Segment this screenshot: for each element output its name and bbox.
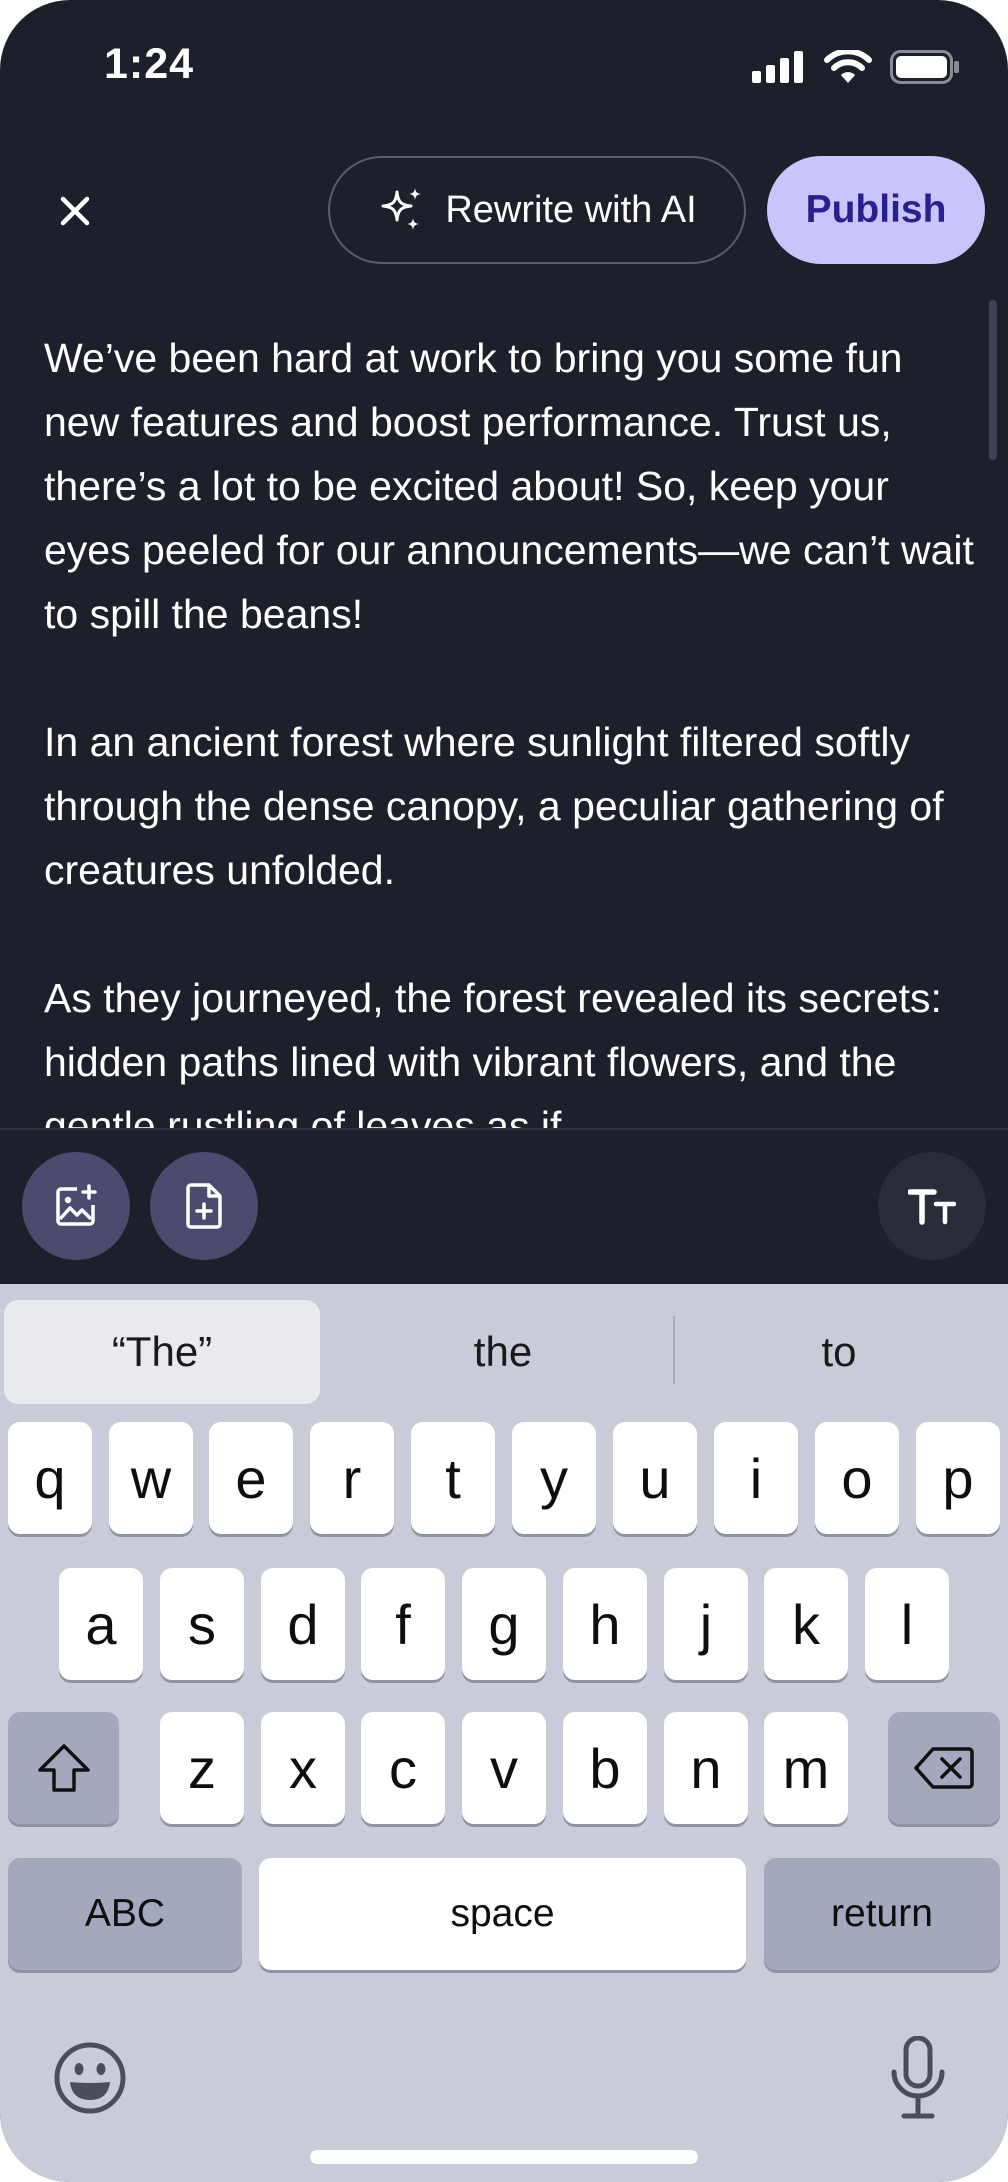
key-i[interactable]: i (714, 1422, 798, 1534)
rewrite-with-ai-label: Rewrite with AI (445, 188, 697, 231)
space-key[interactable]: space (259, 1858, 746, 1970)
key-f[interactable]: f (361, 1568, 445, 1680)
key-d[interactable]: d (261, 1568, 345, 1680)
emoji-icon (54, 2042, 126, 2114)
key-j[interactable]: j (664, 1568, 748, 1680)
key-b[interactable]: b (563, 1712, 647, 1824)
sparkles-icon (381, 188, 422, 230)
return-key[interactable]: return (764, 1858, 1000, 1970)
status-time: 1:24 (104, 40, 195, 88)
key-y[interactable]: y (512, 1422, 596, 1534)
key-h[interactable]: h (563, 1568, 647, 1680)
paragraph: As they journeyed, the forest revealed i… (44, 975, 942, 1128)
shift-icon (37, 1744, 90, 1792)
add-image-button[interactable] (22, 1152, 130, 1260)
suggestion-2[interactable]: the (334, 1300, 672, 1404)
add-file-icon (186, 1183, 222, 1229)
keyboard: “The” the to q w e r t y u i o p a s d f… (0, 1284, 1008, 2182)
signal-icon (752, 51, 803, 83)
paragraph: We’ve been hard at work to bring you som… (44, 335, 974, 637)
backspace-key[interactable] (888, 1712, 1000, 1824)
wifi-icon (824, 50, 872, 83)
text-size-button[interactable] (878, 1152, 986, 1260)
suggestion-3[interactable]: to (674, 1300, 1004, 1404)
scrollbar[interactable] (989, 300, 997, 460)
key-a[interactable]: a (59, 1568, 143, 1680)
abc-key[interactable]: ABC (8, 1858, 242, 1970)
key-t[interactable]: t (411, 1422, 495, 1534)
text-size-icon (908, 1189, 956, 1225)
add-file-button[interactable] (150, 1152, 258, 1260)
close-icon (60, 196, 90, 226)
home-indicator[interactable] (310, 2150, 698, 2164)
key-v[interactable]: v (462, 1712, 546, 1824)
phone-screen: 1:24 Rewrite with AI Publish We’ve been … (0, 0, 1008, 2182)
key-x[interactable]: x (261, 1712, 345, 1824)
key-w[interactable]: w (109, 1422, 193, 1534)
dictation-button[interactable] (888, 2035, 948, 2120)
key-g[interactable]: g (462, 1568, 546, 1680)
key-k[interactable]: k (764, 1568, 848, 1680)
backspace-icon (914, 1747, 974, 1789)
battery-icon (890, 50, 959, 84)
key-r[interactable]: r (310, 1422, 394, 1534)
close-button[interactable] (44, 180, 106, 242)
key-e[interactable]: e (209, 1422, 293, 1534)
emoji-button[interactable] (52, 2040, 128, 2116)
key-q[interactable]: q (8, 1422, 92, 1534)
shift-key[interactable] (8, 1712, 119, 1824)
microphone-icon (891, 2035, 945, 2119)
status-icons (752, 50, 960, 84)
suggestion-1[interactable]: “The” (4, 1300, 320, 1404)
key-n[interactable]: n (664, 1712, 748, 1824)
key-m[interactable]: m (764, 1712, 848, 1824)
publish-button[interactable]: Publish (767, 156, 985, 264)
post-editor[interactable]: We’ve been hard at work to bring you som… (0, 300, 1008, 1128)
add-image-icon (56, 1184, 97, 1226)
key-s[interactable]: s (160, 1568, 244, 1680)
key-c[interactable]: c (361, 1712, 445, 1824)
key-p[interactable]: p (916, 1422, 1000, 1534)
key-u[interactable]: u (613, 1422, 697, 1534)
key-o[interactable]: o (815, 1422, 899, 1534)
paragraph: In an ancient forest where sunlight filt… (44, 719, 944, 893)
divider (0, 1128, 1008, 1130)
key-l[interactable]: l (865, 1568, 949, 1680)
rewrite-with-ai-button[interactable]: Rewrite with AI (328, 156, 746, 264)
editor-text[interactable]: We’ve been hard at work to bring you som… (44, 326, 974, 1128)
key-z[interactable]: z (160, 1712, 244, 1824)
